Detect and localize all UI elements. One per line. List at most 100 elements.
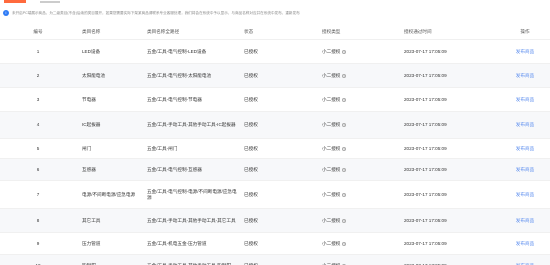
cell-path: 五金/工具-电气控制-节电器 (147, 88, 237, 111)
publish-link[interactable]: 发布商品 (500, 112, 550, 138)
cell-name: 太阳能电池 (82, 72, 105, 78)
cell-name: LED设备 (82, 48, 101, 54)
publish-link[interactable]: 发布商品 (500, 88, 550, 111)
cell-type-text: 小二授权 (322, 48, 341, 54)
help-icon[interactable]: ? (342, 167, 347, 172)
cell-type: 小二授权? (322, 255, 390, 265)
cell-path-text: 五金/工具-电气控制-互感器 (147, 166, 202, 172)
cell-time: 2023-07-17 17:05:09 (404, 122, 447, 127)
cell-name: 互感器 (82, 166, 96, 172)
publish-link[interactable]: 发布商品 (500, 139, 550, 158)
cell-path: 五金/工具-手动工具-其他手动工具-钩起钳 (147, 255, 237, 265)
cell-no: 8 (36, 217, 40, 223)
cell-no: 10 (35, 262, 41, 265)
cell-time: 2023-07-17 17:05:09 (404, 166, 447, 172)
header-time: 授权通过时间 (404, 28, 432, 34)
info-icon: i (3, 10, 9, 16)
cell-path: 五金/工具-手动工具-其他手动工具-IC起拔器 (147, 112, 237, 138)
tab-active-indicator[interactable] (4, 0, 26, 3)
cell-no: 6 (36, 166, 40, 172)
help-icon[interactable]: ? (342, 241, 347, 246)
publish-link[interactable]: 发布商品 (500, 209, 550, 232)
publish-link[interactable]: 发布商品 (500, 40, 550, 63)
help-icon[interactable]: ? (342, 123, 347, 127)
table-row: 3 节电器 五金/工具-电气控制-节电器 已授权 小二授权? 2023-07-17 17:… (0, 88, 550, 112)
cell-name: 闸门 (82, 145, 92, 151)
cell-type-text: 小二授权 (322, 122, 341, 127)
cell-type: 小二授权? (322, 88, 390, 111)
cell-type: 小二授权? (322, 181, 390, 208)
tab-inactive-indicator[interactable] (40, 1, 60, 3)
help-icon[interactable]: ? (342, 192, 347, 197)
table-row: 2 太阳能电池 五金/工具-电气控制-太阳能电池 已授权 小二授权? 2023-07-17… (0, 64, 550, 88)
help-icon[interactable]: ? (342, 49, 347, 54)
cell-time: 2023-07-17 17:05:09 (404, 72, 447, 78)
cell-path-text: 五金/工具-闸门 (147, 145, 178, 151)
cell-type: 小二授权? (322, 40, 390, 63)
cell-status: 已授权 (244, 240, 258, 246)
help-icon[interactable]: ? (342, 97, 347, 102)
cell-time: 2023-07-17 17:05:09 (404, 240, 447, 246)
publish-link[interactable]: 发布商品 (500, 181, 550, 208)
cell-path-text: 五金/工具-手动工具-其他手动工具-IC起拔器 (147, 122, 236, 127)
cell-status: 已授权 (244, 217, 258, 223)
cell-time: 2023-07-17 17:05:09 (404, 262, 447, 265)
cell-path: 五金/工具-机电五金-压力管道 (147, 233, 237, 254)
cell-type-text: 小二授权 (322, 145, 341, 151)
cell-name: 电源/不间断电源/应急电源 (82, 191, 136, 197)
help-icon[interactable]: ? (342, 73, 347, 78)
help-icon[interactable]: ? (342, 146, 347, 151)
cell-type: 小二授权? (322, 233, 390, 254)
cell-path: 五金/工具-手动工具-其他手动工具-其它工具 (147, 209, 237, 232)
cell-name: 钩起钳 (82, 262, 96, 265)
header-path: 类目名称全路径 (147, 28, 180, 34)
cell-path-text: 五金/工具-机电五金-压力管道 (147, 240, 207, 246)
cell-name: 其它工具 (82, 217, 101, 223)
table-row: 6 互感器 五金/工具-电气控制-互感器 已授权 小二授权? 2023-07-17 17:… (0, 159, 550, 181)
table-row: 1 LED设备 五金/工具-电气控制-LED设备 已授权 小二授权? 2023-07-17… (0, 40, 550, 64)
header-status: 状态 (244, 28, 254, 34)
cell-type: 小二授权? (322, 64, 390, 87)
cell-status: 已授权 (244, 166, 258, 172)
cell-time: 2023-07-17 17:05:09 (404, 145, 447, 151)
cell-time: 2023-07-17 17:05:09 (404, 48, 447, 54)
cell-path-text: 五金/工具-电气控制-LED设备 (147, 48, 207, 54)
cell-path: 五金/工具-电气控制-互感器 (147, 159, 237, 180)
cell-type: 小二授权? (322, 139, 390, 158)
publish-link[interactable]: 发布商品 (500, 233, 550, 254)
notice-banner: i 未开启PC端展示商品，为二级类目(不含)后续的类目展开，如果您需要实际下架某… (3, 8, 549, 18)
header-type: 授权类型 (322, 28, 341, 34)
cell-name: IC起拔器 (82, 122, 101, 127)
header-no: 编号 (33, 28, 43, 34)
publish-link[interactable]: 发布商品 (500, 255, 550, 265)
cell-name: 压力管道 (82, 240, 101, 246)
cell-no: 3 (36, 96, 40, 102)
table-header: 编号 类目名称 类目名称全路径 状态 授权类型 授权通过时间 操作 (0, 24, 550, 40)
cell-status: 已授权 (244, 145, 258, 151)
cell-time: 2023-07-17 17:05:09 (404, 217, 447, 223)
cell-time: 2023-07-17 17:05:09 (404, 96, 447, 102)
cell-path: 五金/工具-电气控制-LED设备 (147, 40, 237, 63)
cell-no: 2 (36, 72, 40, 78)
table-row: 8 其它工具 五金/工具-手动工具-其他手动工具-其它工具 已授权 小二授权? 2023-… (0, 209, 550, 233)
publish-link[interactable]: 发布商品 (500, 159, 550, 180)
help-icon[interactable]: ? (342, 218, 347, 223)
cell-type-text: 小二授权 (322, 72, 341, 78)
table-row: 5 闸门 五金/工具-闸门 已授权 小二授权? 2023-07-17 17:05:09 发布… (0, 139, 550, 159)
cell-type-text: 小二授权 (322, 96, 341, 102)
cell-path-text: 五金/工具-电气控制-太阳能电池 (147, 72, 212, 78)
tab-strip (0, 0, 550, 5)
publish-link[interactable]: 发布商品 (500, 64, 550, 87)
cell-path-text: 五金/工具-电气控制-电源/不间断电源/应急电源 (147, 188, 237, 200)
header-op: 操作 (520, 28, 530, 34)
category-table: 编号 类目名称 类目名称全路径 状态 授权类型 授权通过时间 操作 1 LED设备… (0, 24, 550, 265)
cell-path: 五金/工具-电气控制-太阳能电池 (147, 64, 237, 87)
table-row: 9 压力管道 五金/工具-机电五金-压力管道 已授权 小二授权? 2023-07-17 1… (0, 233, 550, 255)
table-row: 4 IC起拔器 五金/工具-手动工具-其他手动工具-IC起拔器 已授权 小二授权? 202… (0, 112, 550, 139)
header-name: 类目名称 (82, 28, 101, 34)
table-row: 7 电源/不间断电源/应急电源 五金/工具-电气控制-电源/不间断电源/应急电源 已授… (0, 181, 550, 209)
cell-path: 五金/工具-电气控制-电源/不间断电源/应急电源 (147, 181, 237, 208)
cell-type-text: 小二授权 (322, 217, 341, 223)
cell-no: 9 (36, 240, 40, 246)
cell-status: 已授权 (244, 96, 258, 102)
